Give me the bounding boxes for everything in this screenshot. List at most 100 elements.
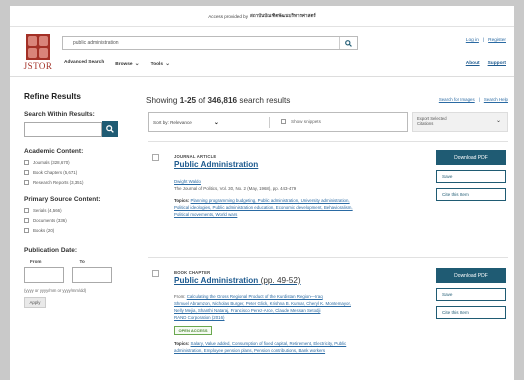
result-title[interactable]: Public Administration (pp. 49-52) xyxy=(174,276,301,285)
search-within-row xyxy=(24,121,142,137)
filter-serials[interactable]: Serials (4,566) xyxy=(24,208,142,213)
tools-menu[interactable]: Tools ⌄ xyxy=(151,60,170,67)
topic-links[interactable]: Salary, Value added, Consumption of fixe… xyxy=(191,341,347,346)
search-within-heading: Search Within Results: xyxy=(24,111,95,118)
search-images-link[interactable]: Search for Images xyxy=(439,97,475,102)
result-type: BOOK CHAPTER xyxy=(174,270,211,275)
topic-links[interactable]: Political movements, World wars xyxy=(174,212,237,217)
chevron-down-icon: ⌄ xyxy=(165,61,171,67)
count-suffix: search results xyxy=(239,96,291,105)
search-button[interactable] xyxy=(339,37,357,49)
filter-book-chapters[interactable]: Book Chapters (5,671) xyxy=(24,170,142,175)
checkbox[interactable] xyxy=(24,180,29,185)
sort-bar: Sort by: Relevance ⌄ Show snippets xyxy=(148,112,408,132)
checkbox[interactable] xyxy=(281,119,286,124)
primary-heading: Primary Source Content: xyxy=(24,196,101,203)
register-link[interactable]: Register xyxy=(488,38,506,43)
browse-menu[interactable]: Browse ⌄ xyxy=(115,60,139,67)
filter-journals[interactable]: Journals (328,670) xyxy=(24,160,142,165)
save-button[interactable]: Save xyxy=(436,170,506,183)
topic-links[interactable]: Planning programming budgeting, Public a… xyxy=(191,198,350,203)
filter-label: Books (20) xyxy=(33,228,55,233)
publisher-link[interactable]: RAND Corporation (2016) xyxy=(174,315,225,320)
result-checkbox[interactable] xyxy=(152,270,159,277)
results-links: Search for Images | Search Help xyxy=(439,97,508,102)
jstor-logo[interactable]: JSTOR xyxy=(22,34,54,72)
author-links[interactable]: Shmuel Abramzon, Nicholas Burger, Peter … xyxy=(174,301,351,306)
info-links: About Support xyxy=(466,61,506,66)
sort-select[interactable]: Sort by: Relevance ⌄ xyxy=(153,119,219,126)
author-link[interactable]: Dwight Waldo xyxy=(174,179,201,184)
save-button[interactable]: Save xyxy=(436,288,506,301)
account-links: Log in | Register xyxy=(466,38,506,43)
divider xyxy=(269,117,270,128)
from-label: From xyxy=(30,259,42,264)
search-input[interactable]: public administration xyxy=(62,36,358,50)
apply-button[interactable]: Apply xyxy=(24,297,46,308)
result-pages: (pp. 49-52) xyxy=(260,276,301,285)
login-link[interactable]: Log in xyxy=(466,38,479,43)
show-snippets-toggle[interactable]: Show snippets xyxy=(281,119,321,124)
access-banner: Access provided by สถาบันบัณฑิตพัฒนบริหา… xyxy=(10,6,514,27)
result-item: JOURNAL ARTICLE Public Administration Dw… xyxy=(148,141,508,253)
checkbox[interactable] xyxy=(24,170,29,175)
checkbox[interactable] xyxy=(24,208,29,213)
filter-label: Documents (336) xyxy=(33,218,67,223)
links-separator: | xyxy=(478,97,480,102)
search-query: public administration xyxy=(73,40,119,46)
filter-documents[interactable]: Documents (336) xyxy=(24,218,142,223)
access-prefix: Access provided by xyxy=(208,13,249,19)
result-title[interactable]: Public Administration xyxy=(174,160,258,169)
cite-button[interactable]: Cite this Item xyxy=(436,188,506,201)
institution-name: สถาบันบัณฑิตพัฒนบริหารศาสตร์ xyxy=(250,12,316,18)
topic-links[interactable]: administration, Employee pension plans, … xyxy=(174,348,325,353)
filter-books[interactable]: Books (20) xyxy=(24,228,142,233)
checkbox[interactable] xyxy=(24,228,29,233)
topic-links[interactable]: Political ideologies, Public administrat… xyxy=(174,205,353,210)
account-separator: | xyxy=(482,38,485,43)
site-header: JSTOR public administration Advanced Sea… xyxy=(10,27,514,77)
result-type: JOURNAL ARTICLE xyxy=(174,154,217,159)
date-to-input[interactable] xyxy=(72,267,112,283)
search-within-button[interactable] xyxy=(102,121,118,137)
chevron-down-icon: ⌄ xyxy=(495,118,501,124)
download-pdf-button[interactable]: Download PDF xyxy=(436,268,506,283)
date-inputs xyxy=(24,267,142,283)
sort-label: Sort by: Relevance xyxy=(153,120,192,125)
count-prefix: Showing xyxy=(146,96,178,105)
about-link[interactable]: About xyxy=(466,61,480,66)
date-from-input[interactable] xyxy=(24,267,64,283)
count-range: 1-25 xyxy=(179,96,197,105)
export-citations-select[interactable]: Export Selected Citations ⌄ xyxy=(412,112,508,132)
download-pdf-button[interactable]: Download PDF xyxy=(436,150,506,165)
advanced-search-link[interactable]: Advanced Search xyxy=(64,60,104,67)
filter-label: Journals (328,670) xyxy=(33,160,70,165)
filter-research-reports[interactable]: Research Reports (3,351) xyxy=(24,180,142,185)
chevron-down-icon: ⌄ xyxy=(134,61,140,67)
result-topics: Topics: Salary, Value added, Consumption… xyxy=(174,340,404,354)
to-label: To xyxy=(79,259,85,264)
count-of: of xyxy=(198,96,206,105)
search-icon xyxy=(106,125,114,133)
search-within-input[interactable] xyxy=(24,122,102,137)
book-link[interactable]: Calculating the Gross Regional Product o… xyxy=(187,294,323,299)
filter-label: Serials (4,566) xyxy=(33,208,62,213)
result-checkbox[interactable] xyxy=(152,154,159,161)
result-title-text: Public Administration xyxy=(174,276,259,285)
topics-label: Topics: xyxy=(174,198,190,203)
cite-button[interactable]: Cite this Item xyxy=(436,306,506,319)
jstor-logo-mark xyxy=(26,34,50,60)
count-total: 346,816 xyxy=(207,96,238,105)
search-icon xyxy=(345,39,352,47)
result-actions: Download PDF Save Cite this Item xyxy=(436,150,506,201)
tools-label: Tools xyxy=(150,62,164,67)
result-actions: Download PDF Save Cite this Item xyxy=(436,268,506,319)
search-help-link[interactable]: Search Help xyxy=(484,97,508,102)
jstor-logo-text: JSTOR xyxy=(23,61,53,71)
refine-title: Refine Results xyxy=(24,92,81,101)
author-links[interactable]: Nelly Mejia, Shanthi Nataraj, Francisco … xyxy=(174,308,320,313)
checkbox[interactable] xyxy=(24,218,29,223)
checkbox[interactable] xyxy=(24,160,29,165)
show-snippets-label: Show snippets xyxy=(291,119,321,124)
support-link[interactable]: Support xyxy=(488,61,506,66)
